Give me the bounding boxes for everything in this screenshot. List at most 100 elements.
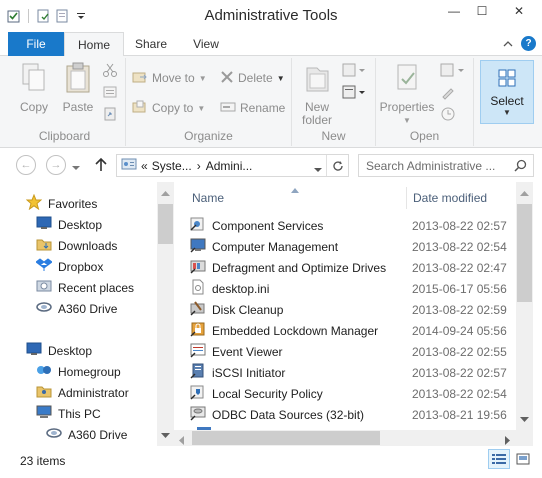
nav-item-desktop-root[interactable]: Desktop xyxy=(26,340,92,361)
cut-icon[interactable] xyxy=(102,62,118,81)
nav-item-a360-drive-2[interactable]: A360 Drive xyxy=(46,424,127,445)
tab-view[interactable]: View xyxy=(178,32,234,56)
file-list-vertical-scrollbar[interactable] xyxy=(516,182,533,430)
file-date-modified: 2013-08-22 02:59 xyxy=(412,302,507,317)
ini-file-icon xyxy=(190,279,206,298)
collapse-ribbon-icon[interactable] xyxy=(503,37,513,51)
details-view-button[interactable] xyxy=(488,449,510,469)
minimize-button[interactable]: — xyxy=(440,0,468,21)
file-row[interactable]: desktop.ini 2015-06-17 05:56 xyxy=(190,278,516,299)
nav-scroll-thumb[interactable] xyxy=(158,204,173,244)
file-name-cell: Embedded Lockdown Manager xyxy=(190,321,412,340)
rename-button[interactable]: Rename xyxy=(220,98,285,118)
delete-icon xyxy=(220,70,234,87)
nav-label: Desktop xyxy=(48,343,93,358)
history-icon[interactable] xyxy=(440,106,456,125)
open-group-label: Open xyxy=(409,129,440,143)
nav-item-recent-places[interactable]: Recent places xyxy=(36,277,134,298)
address-overflow[interactable]: « xyxy=(141,159,148,173)
column-divider[interactable] xyxy=(406,187,407,209)
tab-file[interactable]: File xyxy=(8,32,64,56)
back-arrow-icon: ← xyxy=(20,159,32,171)
back-button[interactable]: ← xyxy=(16,155,36,175)
rename-label: Rename xyxy=(240,101,286,115)
address-bar[interactable]: « Syste... › Admini... xyxy=(116,154,349,177)
scroll-up-icon[interactable] xyxy=(161,186,170,200)
computer-management-icon xyxy=(190,237,206,256)
move-to-button[interactable]: Move to ▼ xyxy=(132,68,207,88)
file-name: Local Security Policy xyxy=(212,386,323,401)
nav-item-favorites[interactable]: Favorites xyxy=(25,193,97,214)
easy-access-icon[interactable] xyxy=(342,84,366,103)
scroll-up-icon[interactable] xyxy=(520,186,529,200)
select-button[interactable]: Select ▼ xyxy=(480,60,534,124)
open-icon[interactable] xyxy=(440,62,466,81)
delete-button[interactable]: Delete ▼ xyxy=(220,68,285,88)
control-panel-icon xyxy=(121,156,137,175)
nav-item-this-pc[interactable]: This PC xyxy=(36,403,101,424)
new-folder-icon xyxy=(296,62,338,97)
search-input[interactable]: Search Administrative ... xyxy=(358,154,534,177)
new-item-icon[interactable] xyxy=(342,62,366,81)
maximize-button[interactable]: ☐ xyxy=(468,0,496,21)
defragment-icon xyxy=(190,258,206,277)
breadcrumb-separator[interactable]: › xyxy=(197,159,201,173)
up-button[interactable] xyxy=(94,157,108,176)
breadcrumb-system[interactable]: Syste... xyxy=(152,159,192,173)
vertical-scroll-thumb[interactable] xyxy=(517,204,532,302)
nav-label: Downloads xyxy=(58,238,118,253)
scroll-down-icon[interactable] xyxy=(520,412,529,426)
breadcrumb-administrative-tools[interactable]: Admini... xyxy=(206,159,253,173)
file-row[interactable]: iSCSI Initiator 2013-08-22 02:57 xyxy=(190,362,516,383)
large-icons-view-button[interactable] xyxy=(512,449,534,469)
nav-label: Homegroup xyxy=(58,364,121,379)
new-folder-button[interactable]: New folder xyxy=(296,62,338,127)
paste-shortcut-icon[interactable] xyxy=(102,106,118,125)
address-dropdown-icon[interactable] xyxy=(314,162,322,176)
file-row[interactable]: ODBC Data Sources (32-bit) 2013-08-21 19:… xyxy=(190,404,516,425)
nav-item-a360-drive[interactable]: A360 Drive xyxy=(36,298,117,319)
nav-item-desktop[interactable]: Desktop xyxy=(36,214,102,235)
nav-item-homegroup[interactable]: Homegroup xyxy=(36,361,121,382)
forward-button[interactable]: → xyxy=(46,155,66,175)
file-date-modified: 2014-09-24 05:56 xyxy=(412,323,507,338)
file-row[interactable]: Local Security Policy 2013-08-22 02:54 xyxy=(190,383,516,404)
file-name: Component Services xyxy=(212,218,324,233)
nav-pane-scrollbar[interactable] xyxy=(157,182,174,446)
close-button[interactable]: ✕ xyxy=(496,0,542,21)
favorites-star-icon xyxy=(25,193,43,213)
tab-share[interactable]: Share xyxy=(124,32,178,56)
search-icon[interactable] xyxy=(514,159,527,175)
file-row[interactable]: Computer Management 2013-08-22 02:54 xyxy=(190,236,516,257)
column-header-date-modified[interactable]: Date modified xyxy=(413,187,487,209)
organize-group: Move to ▼ Copy to ▼ Delete ▼ Rename Organiz… xyxy=(126,58,292,146)
scroll-down-icon[interactable] xyxy=(161,428,170,442)
file-row[interactable]: Component Services 2013-08-22 02:57 xyxy=(190,215,516,236)
recent-locations-icon[interactable] xyxy=(72,160,80,174)
horizontal-scroll-thumb[interactable] xyxy=(192,431,380,445)
delete-label: Delete xyxy=(238,71,273,85)
tab-home[interactable]: Home xyxy=(64,32,124,57)
nav-label: Dropbox xyxy=(58,259,104,274)
paste-button[interactable]: Paste xyxy=(58,62,98,114)
file-row[interactable]: Embedded Lockdown Manager 2014-09-24 05:5… xyxy=(190,320,516,341)
copy-to-button[interactable]: Copy to ▼ xyxy=(132,98,205,118)
help-icon[interactable]: ? xyxy=(521,36,536,51)
copy-button[interactable]: Copy xyxy=(14,62,54,114)
item-count: 23 items xyxy=(20,454,66,468)
file-row[interactable]: Defragment and Optimize Drives 2013-08-22… xyxy=(190,257,516,278)
file-row[interactable]: Event Viewer 2013-08-22 02:55 xyxy=(190,341,516,362)
file-row[interactable]: Disk Cleanup 2013-08-22 02:59 xyxy=(190,299,516,320)
refresh-button[interactable] xyxy=(326,155,348,176)
column-header-name[interactable]: Name xyxy=(192,187,224,209)
nav-item-downloads[interactable]: Downloads xyxy=(36,235,117,256)
window-controls: — ☐ ✕ xyxy=(440,0,542,21)
nav-label: Recent places xyxy=(58,280,135,295)
file-list-horizontal-scrollbar[interactable] xyxy=(174,430,516,446)
edit-icon[interactable] xyxy=(440,84,456,103)
copy-path-icon[interactable] xyxy=(102,84,118,103)
properties-button[interactable]: Properties ▼ xyxy=(378,62,436,127)
nav-item-administrator[interactable]: Administrator xyxy=(36,382,129,403)
lockdown-manager-icon xyxy=(190,321,206,340)
nav-item-dropbox[interactable]: Dropbox xyxy=(35,256,104,277)
